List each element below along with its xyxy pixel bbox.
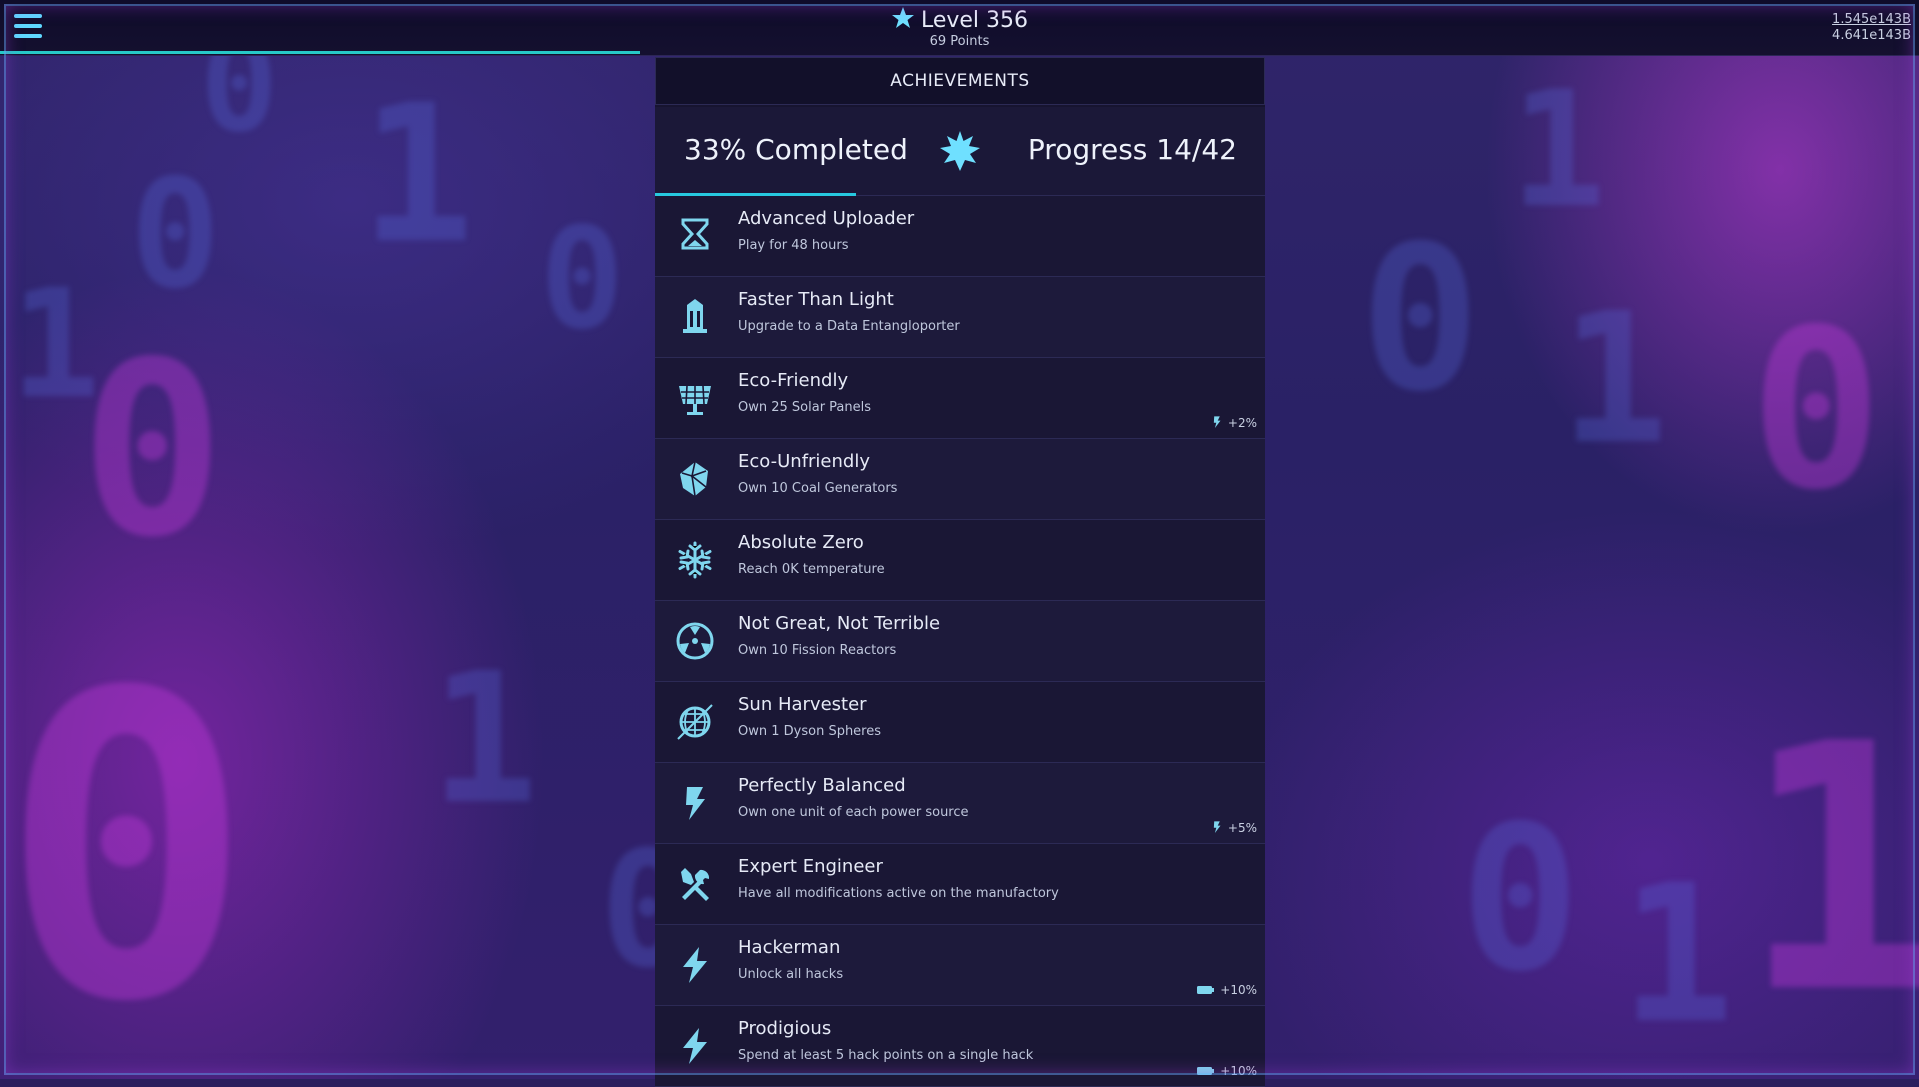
coal-icon <box>680 461 708 497</box>
achievement-summary: 33% Completed Progress 14/42 <box>655 107 1265 196</box>
panel-title: ACHIEVEMENTS <box>655 57 1265 105</box>
radiation-icon <box>676 622 714 660</box>
achievement-icon <box>675 540 715 580</box>
points-label: 69 Points <box>929 34 990 49</box>
bg-digit: 1 <box>430 635 539 844</box>
battery-icon <box>1197 1067 1215 1075</box>
bg-digit: 1 <box>360 64 475 285</box>
achievement-bonus: +10% <box>1196 1064 1257 1078</box>
achievement-icon <box>675 702 715 742</box>
achievement-description: Reach 0K temperature <box>738 562 885 577</box>
level-display: Level 356 69 Points <box>0 6 1919 49</box>
achievement-item[interactable]: Faster Than Light Upgrade to a Data Entan… <box>655 277 1265 358</box>
tools-icon <box>681 868 710 901</box>
achievement-description: Own 25 Solar Panels <box>738 400 872 415</box>
achievement-description: Spend at least 5 hack points on a single… <box>738 1048 1034 1063</box>
achievement-bonus: +10% <box>1196 983 1257 997</box>
achievement-description: Own 10 Fission Reactors <box>738 643 897 658</box>
bonus-value: +5% <box>1227 821 1257 835</box>
achievement-list: Advanced Uploader Play for 48 hours Faster… <box>655 196 1265 1087</box>
achievement-item[interactable]: Not Great, Not Terrible Own 10 Fission Re… <box>655 601 1265 682</box>
achievement-item[interactable]: Perfectly Balanced Own one unit of each p… <box>655 763 1265 844</box>
hourglass-icon <box>681 218 709 250</box>
top-bar: Level 356 69 Points 1.545e143B 4.641e143… <box>0 0 1919 56</box>
achievement-description: Own 1 Dyson Spheres <box>738 724 882 739</box>
level-line: Level 356 <box>0 6 1919 33</box>
star-icon <box>891 7 914 28</box>
achievement-icon <box>675 864 715 904</box>
resource-counter-1: 1.545e143B <box>1832 12 1911 27</box>
bonus-value: +2% <box>1227 416 1257 430</box>
solar-panel-icon <box>679 385 711 415</box>
bolt-icon <box>683 947 707 983</box>
bg-digit: 1 <box>1740 672 1919 1068</box>
achievement-title: Eco-Unfriendly <box>738 451 870 472</box>
achievement-icon <box>675 1026 715 1066</box>
tower-icon <box>683 299 707 333</box>
achievement-item[interactable]: Expert Engineer Have all modifications ac… <box>655 844 1265 925</box>
achievement-description: Own one unit of each power source <box>738 805 969 820</box>
achievement-item[interactable]: Eco-Friendly Own 25 Solar Panels +2% <box>655 358 1265 439</box>
achievement-icon <box>675 216 715 256</box>
battery-icon <box>1197 986 1215 994</box>
achievement-title: Eco-Friendly <box>738 370 849 391</box>
resource-counters: 1.545e143B 4.641e143B <box>1832 12 1911 44</box>
bg-digit: 1 <box>10 258 101 432</box>
bg-digit: 0 <box>1360 203 1481 436</box>
completed-label: 33% Completed <box>684 133 908 166</box>
achievements-panel: ACHIEVEMENTS 33% Completed Progress 14/4… <box>655 57 1265 1087</box>
achievement-icon <box>675 459 715 499</box>
progress-label: Progress 14/42 <box>1027 133 1237 166</box>
achievement-description: Own 10 Coal Generators <box>738 481 898 496</box>
achievement-title: Sun Harvester <box>738 694 867 715</box>
bg-digit: 0 <box>80 310 225 590</box>
snowflake-icon <box>678 541 712 579</box>
achievement-description: Unlock all hacks <box>738 967 844 982</box>
achievement-title: Not Great, Not Terrible <box>738 613 941 634</box>
achievement-title: Advanced Uploader <box>738 208 915 229</box>
bg-digit: 1 <box>1620 844 1735 1065</box>
achievement-item[interactable]: Sun Harvester Own 1 Dyson Spheres <box>655 682 1265 763</box>
achievement-description: Upgrade to a Data Entangloporter <box>738 319 960 334</box>
starburst-icon <box>940 131 980 171</box>
achievement-icon <box>675 783 715 823</box>
achievement-description: Have all modifications active on the man… <box>738 886 1059 901</box>
achievement-item[interactable]: Advanced Uploader Play for 48 hours <box>655 196 1265 277</box>
achievement-icon <box>675 378 715 418</box>
achievement-title: Expert Engineer <box>738 856 883 877</box>
achievement-description: Play for 48 hours <box>738 238 849 253</box>
achievement-item[interactable]: Hackerman Unlock all hacks +10% <box>655 925 1265 1006</box>
achievement-icon <box>675 621 715 661</box>
achievement-item[interactable]: Eco-Unfriendly Own 10 Coal Generators <box>655 439 1265 520</box>
bonus-value: +10% <box>1220 1064 1257 1078</box>
achievement-item[interactable]: Prodigious Spend at least 5 hack points o… <box>655 1006 1265 1087</box>
achievement-title: Hackerman <box>738 937 841 958</box>
resource-counter-2: 4.641e143B <box>1832 28 1911 43</box>
bg-digit: 1 <box>1560 275 1669 484</box>
bolt-icon <box>683 1028 707 1064</box>
level-progress-bar <box>0 51 640 54</box>
lightning-icon <box>1213 416 1221 428</box>
achievement-title: Absolute Zero <box>738 532 864 553</box>
bg-digit: 0 <box>0 605 253 1079</box>
achievement-title: Perfectly Balanced <box>738 775 906 796</box>
lightning-icon <box>686 787 705 820</box>
achievement-title: Faster Than Light <box>738 289 894 310</box>
achievement-title: Prodigious <box>738 1018 832 1039</box>
bg-digit: 0 <box>1460 783 1581 1016</box>
level-label: Level 356 <box>920 8 1029 33</box>
achievement-item[interactable]: Absolute Zero Reach 0K temperature <box>655 520 1265 601</box>
achievement-icon <box>675 945 715 985</box>
bonus-value: +10% <box>1220 983 1257 997</box>
achievement-bonus: +5% <box>1210 819 1257 835</box>
bg-digit: 1 <box>1510 56 1607 243</box>
achievement-bonus: +2% <box>1210 414 1257 430</box>
achievement-icon <box>675 297 715 337</box>
bg-digit: 0 <box>130 148 221 322</box>
bg-digit: 0 <box>540 198 625 361</box>
sphere-icon <box>677 704 713 740</box>
bg-digit: 0 <box>1750 282 1883 538</box>
lightning-icon <box>1213 821 1221 833</box>
